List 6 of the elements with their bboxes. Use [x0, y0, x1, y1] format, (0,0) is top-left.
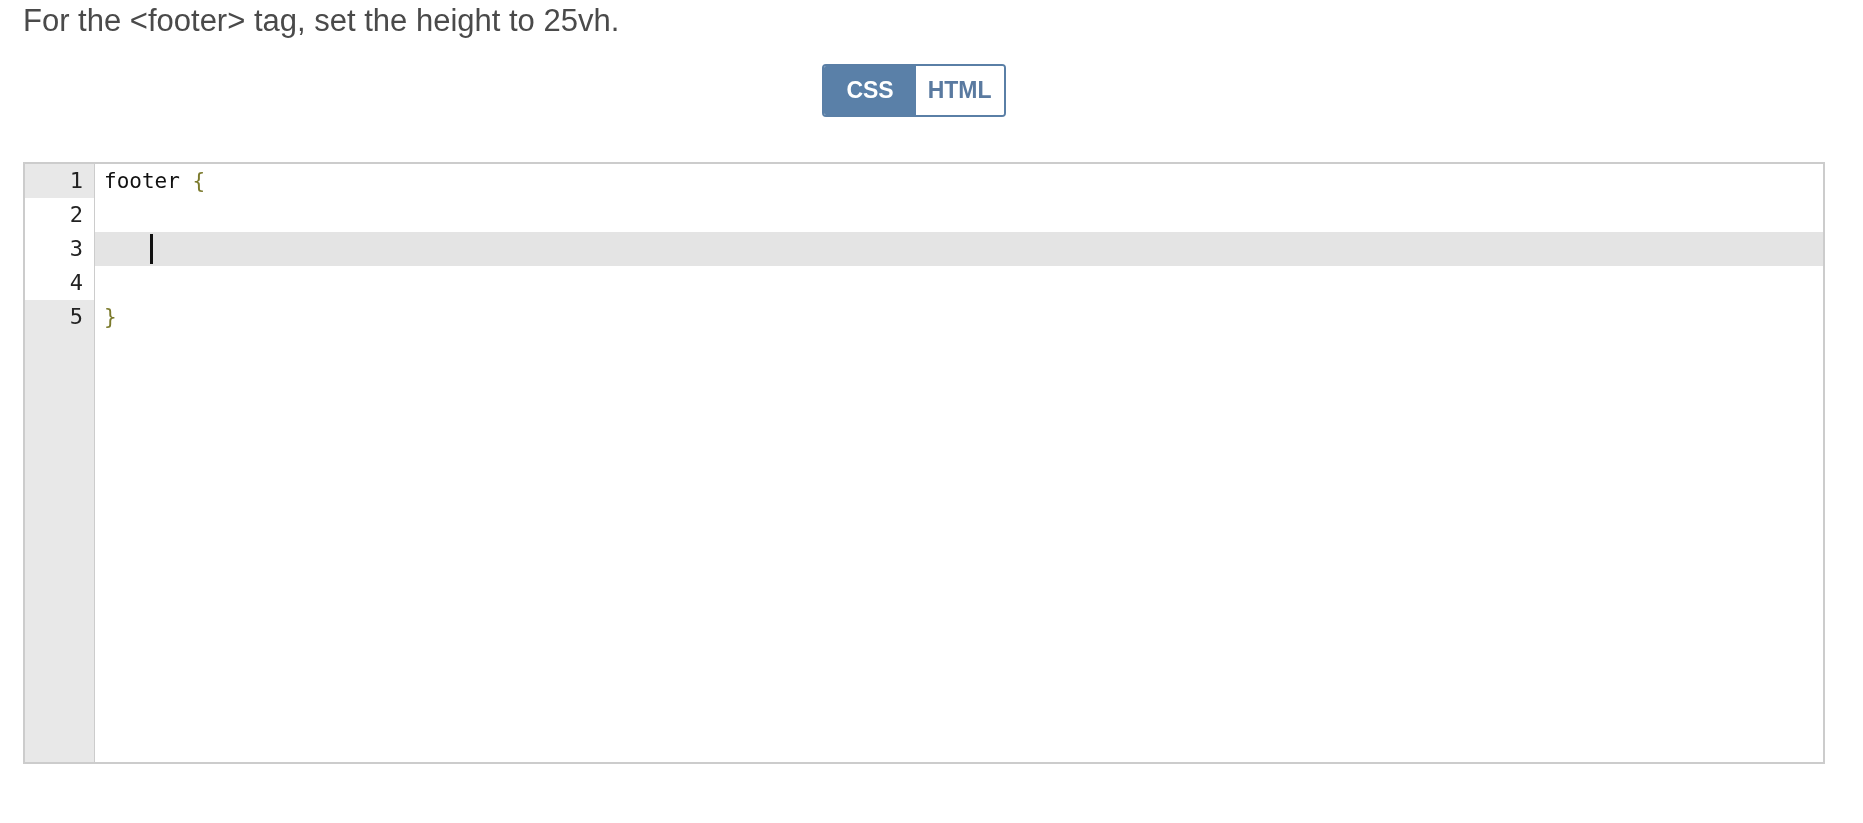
line-number: 3 [25, 232, 95, 266]
line-number: 2 [25, 198, 95, 232]
instruction-text: For the <footer> tag, set the height to 25vh. [23, 4, 620, 38]
language-tab[interactable]: CSS [824, 66, 916, 115]
code-editor[interactable]: 1 footer { 2 3 4 5 } [23, 162, 1825, 764]
line-number: 4 [25, 266, 95, 300]
